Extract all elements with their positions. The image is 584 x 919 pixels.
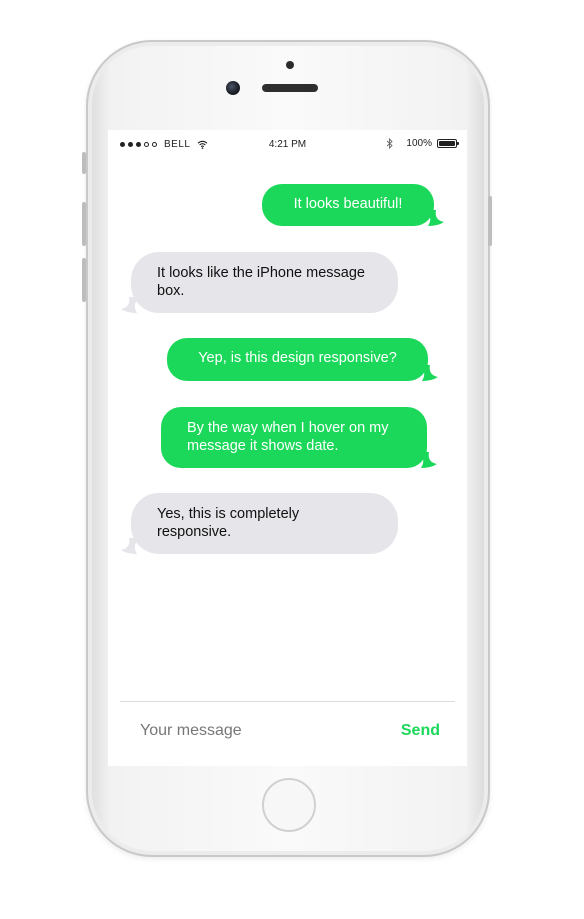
battery-percent: 100% [406,138,432,149]
message-bubble-sent[interactable]: It looks beautiful! [262,184,444,226]
volume-up-button [82,202,86,246]
bubble-tail [121,297,141,313]
message-text: Yes, this is completely responsive. [157,506,300,540]
message-bubble-sent[interactable]: Yep, is this design responsive? [167,338,438,381]
message-text: By the way when I hover on my message it… [187,420,389,454]
battery-icon [437,139,459,148]
bubble-tail [417,452,437,468]
send-button[interactable]: Send [386,718,440,744]
message-input[interactable] [128,718,368,744]
bubble-tail [424,210,444,226]
mute-switch [82,152,86,174]
message-text: Yep, is this design responsive? [198,350,397,366]
front-camera [226,81,240,95]
status-bar: BELL 4:21 PM 100% [108,130,467,158]
message-bubble-sent[interactable]: By the way when I hover on my message it… [161,407,437,468]
proximity-sensor [286,61,294,69]
composer-divider [120,701,455,702]
earpiece-speaker [262,84,318,92]
power-button [488,196,492,246]
message-bubble-received[interactable]: It looks like the iPhone message box. [121,252,398,313]
volume-down-button [82,258,86,302]
home-button[interactable] [262,778,316,832]
bubble-tail [418,365,438,381]
phone-screen: BELL 4:21 PM 100% It looks beautiful! It… [108,130,467,766]
bluetooth-icon [387,138,394,149]
bubble-tail [121,538,141,554]
message-bubble-received[interactable]: Yes, this is completely responsive. [121,493,398,554]
status-right: 100% [386,138,459,149]
message-text: It looks like the iPhone message box. [157,265,365,299]
message-text: It looks beautiful! [293,196,403,212]
